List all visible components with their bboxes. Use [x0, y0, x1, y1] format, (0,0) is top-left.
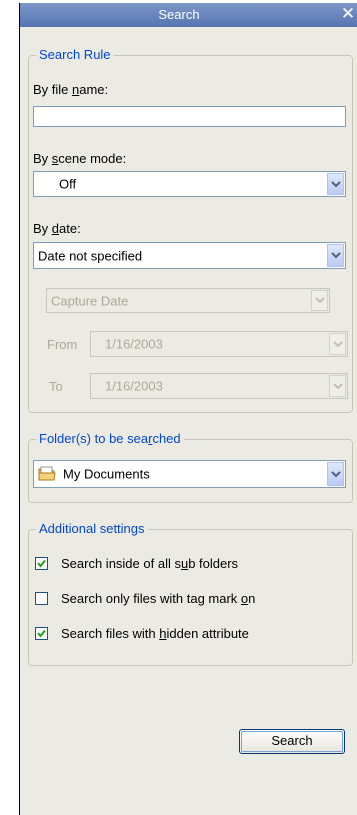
chevron-down-icon[interactable] [329, 375, 346, 397]
file-name-label: By file name: [33, 82, 109, 97]
option-tag-mark[interactable]: Search only files with tag mark on [35, 590, 335, 608]
checkbox[interactable] [35, 592, 48, 605]
date-type-select[interactable]: Capture Date [46, 288, 330, 313]
search-panel: Search ✕ Search Rule By file name: By sc… [19, 3, 357, 815]
chevron-down-icon[interactable] [329, 333, 346, 355]
date-label: By date: [33, 221, 81, 236]
date-type-value: Capture Date [51, 293, 129, 308]
date-filter-value: Date not specified [38, 248, 143, 263]
scene-mode-label: By scene mode: [33, 151, 127, 166]
option-label: Search only files with tag mark on [61, 591, 256, 606]
folder-value: My Documents [63, 466, 150, 482]
folder-select[interactable]: My Documents [33, 460, 346, 488]
close-icon[interactable]: ✕ [338, 3, 357, 27]
title-bar: Search ✕ [20, 3, 357, 27]
to-date-value: 1/16/2003 [105, 378, 163, 394]
option-hidden-attribute[interactable]: Search files with hidden attribute [35, 625, 335, 643]
option-label: Search inside of all sub folders [61, 556, 239, 571]
additional-settings-legend: Additional settings [36, 521, 148, 536]
checkbox[interactable] [35, 557, 48, 570]
option-subfolders[interactable]: Search inside of all sub folders [35, 555, 335, 573]
folders-legend: Folder(s) to be searched [36, 431, 184, 446]
chevron-down-icon[interactable] [311, 290, 328, 311]
search-rule-legend: Search Rule [36, 47, 114, 62]
to-date-picker[interactable]: 1/16/2003 [90, 373, 348, 399]
chevron-down-icon[interactable] [327, 462, 344, 486]
from-label: From [47, 337, 78, 352]
file-name-input[interactable] [33, 106, 346, 127]
chevron-down-icon[interactable] [327, 173, 344, 195]
checkbox[interactable] [35, 627, 48, 640]
scene-mode-select[interactable]: Off [33, 171, 346, 197]
to-label: To [49, 379, 63, 394]
option-label: Search files with hidden attribute [61, 626, 249, 641]
from-date-value: 1/16/2003 [105, 336, 163, 352]
search-button[interactable]: Search [239, 729, 345, 754]
chevron-down-icon[interactable] [327, 244, 344, 267]
date-filter-select[interactable]: Date not specified [33, 242, 346, 269]
from-date-picker[interactable]: 1/16/2003 [90, 331, 348, 357]
folder-icon [38, 466, 56, 485]
window-title: Search [158, 7, 200, 22]
scene-mode-value: Off [59, 176, 77, 192]
